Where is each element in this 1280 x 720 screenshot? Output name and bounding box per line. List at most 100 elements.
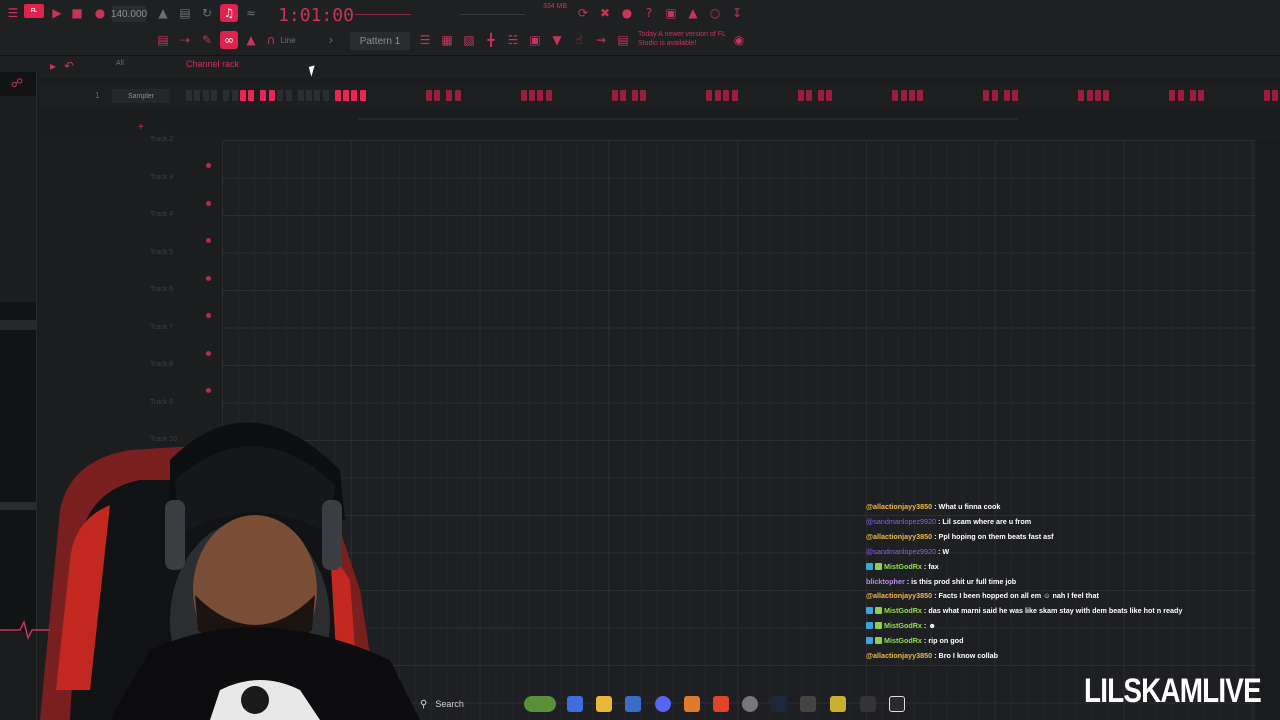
mixer-icon[interactable]: ╋ xyxy=(482,31,500,49)
step-button[interactable] xyxy=(314,90,321,101)
step-button[interactable] xyxy=(648,90,655,101)
track-mute-icon[interactable] xyxy=(206,200,211,206)
step-button[interactable] xyxy=(1263,90,1270,101)
step-button[interactable] xyxy=(611,90,618,101)
step-button[interactable] xyxy=(446,90,453,101)
step-button[interactable] xyxy=(1140,90,1147,101)
piano-roll-icon[interactable]: ▦ xyxy=(438,31,456,49)
step-button[interactable] xyxy=(863,90,870,101)
step-button[interactable] xyxy=(508,90,515,101)
step-button[interactable] xyxy=(285,90,292,101)
step-button[interactable] xyxy=(723,90,730,101)
track-label[interactable]: Track 7 xyxy=(150,324,206,358)
track-label[interactable]: Track 4 xyxy=(150,211,206,245)
step-button[interactable] xyxy=(1028,90,1035,101)
chat-username[interactable]: @allactionjayy3850 xyxy=(866,591,932,600)
step-button[interactable] xyxy=(871,90,878,101)
step-button[interactable] xyxy=(760,90,767,101)
step-button[interactable] xyxy=(305,90,312,101)
step-button[interactable] xyxy=(425,90,432,101)
step-button[interactable] xyxy=(826,90,833,101)
step-button[interactable] xyxy=(223,90,230,101)
chat-username[interactable]: MistGodRx xyxy=(884,636,922,645)
step-button[interactable] xyxy=(557,90,564,101)
step-button[interactable] xyxy=(1198,90,1205,101)
step-button[interactable] xyxy=(1152,90,1159,101)
step-button[interactable] xyxy=(603,90,610,101)
step-button[interactable] xyxy=(1103,90,1110,101)
step-button[interactable] xyxy=(397,90,404,101)
step-button[interactable] xyxy=(880,90,887,101)
step-button[interactable] xyxy=(669,90,676,101)
step-button[interactable] xyxy=(1169,90,1176,101)
step-button[interactable] xyxy=(954,90,961,101)
chat-username[interactable]: @sandmanlopez9920 xyxy=(866,517,936,526)
step-button[interactable] xyxy=(388,90,395,101)
brave-browser-icon[interactable] xyxy=(713,696,729,712)
step-button[interactable] xyxy=(297,90,304,101)
app-icon[interactable] xyxy=(800,696,816,712)
track-label[interactable]: Track 9 xyxy=(150,399,206,433)
step-button[interactable] xyxy=(834,90,841,101)
steam-icon[interactable] xyxy=(771,696,787,712)
tuning-icon[interactable]: ▲ xyxy=(684,4,702,22)
track-label[interactable]: Track 10 xyxy=(150,436,206,470)
capcut-icon[interactable] xyxy=(889,696,905,712)
arrow-tool-icon[interactable]: ⇢ xyxy=(176,31,194,49)
track-label[interactable]: Track 8 xyxy=(150,361,206,395)
step-button[interactable] xyxy=(260,90,267,101)
news-panel[interactable]: Today A newer version of FL Studio is av… xyxy=(638,30,738,48)
step-button[interactable] xyxy=(694,90,701,101)
chat-username[interactable]: MistGodRx xyxy=(884,606,922,615)
step-button[interactable] xyxy=(983,90,990,101)
snap-mode-label[interactable]: Line xyxy=(276,33,300,47)
step-button[interactable] xyxy=(843,90,850,101)
chat-username[interactable]: @sandmanlopez9920 xyxy=(866,547,936,556)
step-button[interactable] xyxy=(566,90,573,101)
metronome-icon[interactable]: ▲ xyxy=(154,4,172,22)
step-button[interactable] xyxy=(211,90,218,101)
step-button[interactable] xyxy=(937,90,944,101)
step-button[interactable] xyxy=(1057,90,1064,101)
step-button[interactable] xyxy=(731,90,738,101)
menu-icon[interactable]: ☰ xyxy=(4,4,22,22)
chat-icon[interactable]: ○ xyxy=(706,4,724,22)
step-button[interactable] xyxy=(582,90,589,101)
track-label[interactable]: Track 2 xyxy=(150,136,206,170)
step-button[interactable] xyxy=(545,90,552,101)
step-button[interactable] xyxy=(855,90,862,101)
playlist-scroll-edge[interactable] xyxy=(1256,140,1280,720)
wait-input-icon[interactable]: ▤ xyxy=(176,4,194,22)
file-explorer-icon[interactable] xyxy=(596,696,612,712)
download-icon[interactable]: ↧ xyxy=(728,4,746,22)
track-mute-icon[interactable] xyxy=(206,275,211,281)
step-button[interactable] xyxy=(380,90,387,101)
step-button[interactable] xyxy=(322,90,329,101)
step-button[interactable] xyxy=(248,90,255,101)
step-button[interactable] xyxy=(946,90,953,101)
play-button[interactable]: ▶ xyxy=(48,4,66,22)
weather-widget-icon[interactable] xyxy=(524,696,556,712)
step-button[interactable] xyxy=(343,90,350,101)
playlist-view-icon[interactable]: ▤ xyxy=(154,31,172,49)
plug-icon[interactable]: ▼ xyxy=(548,31,566,49)
chat-username[interactable]: @allactionjayy3850 xyxy=(866,651,932,660)
step-button[interactable] xyxy=(202,90,209,101)
step-button[interactable] xyxy=(1251,90,1258,101)
step-button[interactable] xyxy=(817,90,824,101)
track-label[interactable]: Track 3 xyxy=(150,174,206,208)
step-button[interactable] xyxy=(1272,90,1279,101)
step-button[interactable] xyxy=(686,90,693,101)
step-button[interactable] xyxy=(351,90,358,101)
step-button[interactable] xyxy=(751,90,758,101)
step-button[interactable] xyxy=(1115,90,1122,101)
chat-username[interactable]: MistGodRx xyxy=(884,562,922,571)
track-mute-icon[interactable] xyxy=(206,163,211,168)
step-button[interactable] xyxy=(789,90,796,101)
step-button[interactable] xyxy=(528,90,535,101)
playlist-icon[interactable]: ☰ xyxy=(416,31,434,49)
step-button[interactable] xyxy=(483,90,490,101)
step-button[interactable] xyxy=(462,90,469,101)
help-icon[interactable]: ? xyxy=(640,4,658,22)
step-edit-button[interactable]: ♫ xyxy=(220,4,238,22)
